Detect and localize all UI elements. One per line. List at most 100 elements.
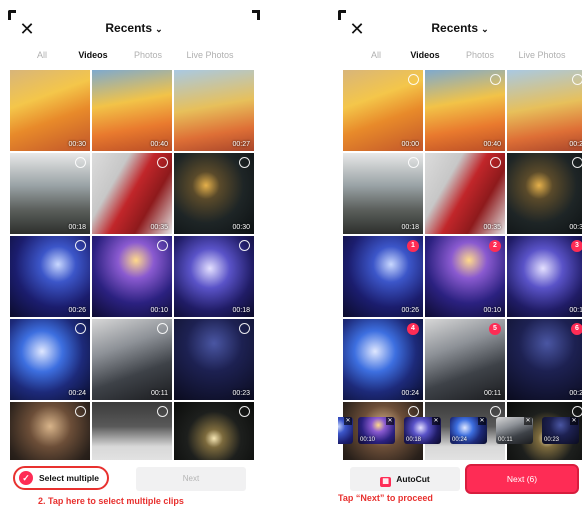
video-duration: 00:23 [232,390,250,397]
select-circle-icon[interactable] [572,74,582,85]
video-thumbnail[interactable]: 00:2 [507,70,582,151]
album-selector[interactable]: Recents ⌄ [338,21,582,35]
video-thumbnail[interactable]: 00:30 [10,70,90,151]
video-thumbnail[interactable]: 00:10 [92,236,172,317]
album-title: Recents [105,21,153,35]
next-button[interactable]: Next [136,467,246,491]
video-duration: 00:30 [68,141,86,148]
video-thumbnail[interactable]: 00:00 [343,70,423,151]
video-thumbnail[interactable]: 00:18 [174,236,254,317]
chevron-down-icon: ⌄ [481,24,489,34]
video-duration: 00:2 [569,141,582,148]
bottom-bar: ▦ AutoCut Next (6) Tap “Next” to proceed [338,460,582,506]
select-circle-icon[interactable] [239,240,250,251]
video-thumbnail[interactable]: 00:35 [425,153,505,234]
video-duration: 00:24 [68,390,86,397]
video-thumbnail[interactable]: 2 00:10 [425,236,505,317]
video-thumbnail[interactable]: 00:40 [92,70,172,151]
remove-clip-icon[interactable]: ✕ [478,417,486,425]
phone-screen-after: ✕ Recents ⌄ All Videos Photos Live Photos… [338,0,582,506]
clip-duration: 00:11 [498,437,513,443]
selected-clip[interactable]: ✕ 00:24 [450,417,487,444]
tab-photos[interactable]: Photos [134,50,162,60]
video-thumbnail[interactable]: 00:11 [92,319,172,400]
select-circle-icon[interactable] [408,74,419,85]
select-circle-icon[interactable] [75,323,86,334]
select-circle-icon[interactable] [157,406,168,417]
tab-videos[interactable]: Videos [410,50,439,60]
selected-clip[interactable]: ✕ 00:11 [496,417,533,444]
selection-order-badge[interactable]: 6 [571,323,582,335]
tab-live-photos[interactable]: Live Photos [186,50,233,60]
next-button[interactable]: Next (6) [465,464,579,494]
media-tabs: All Videos Photos Live Photos [8,50,260,66]
video-duration: 00:27 [232,141,250,148]
select-circle-icon[interactable] [75,406,86,417]
video-duration: 00:2 [569,390,582,397]
video-thumbnail[interactable]: 00:18 [10,153,90,234]
select-circle-icon[interactable] [157,157,168,168]
video-duration: 00:10 [150,307,168,314]
video-thumbnail[interactable]: 1 00:26 [343,236,423,317]
media-tabs: All Videos Photos Live Photos [338,50,582,66]
video-thumbnail[interactable]: 00:26 [10,236,90,317]
select-multiple-label: Select multiple [39,473,99,483]
autocut-icon: ▦ [380,477,392,487]
remove-clip-icon[interactable]: ✕ [524,417,532,425]
select-multiple-button[interactable]: ✓ Select multiple [13,466,109,490]
video-thumbnail[interactable]: 00:27 [174,70,254,151]
video-thumbnail[interactable]: 3 00:1 [507,236,582,317]
tab-live-photos[interactable]: Live Photos [518,50,565,60]
remove-clip-icon[interactable]: ✕ [432,417,440,425]
selection-order-badge[interactable]: 4 [407,323,419,335]
remove-clip-icon[interactable]: ✕ [386,417,394,425]
select-circle-icon[interactable] [157,240,168,251]
autocut-label: AutoCut [396,474,430,484]
video-duration: 00:18 [232,307,250,314]
select-circle-icon[interactable] [239,406,250,417]
video-thumbnail[interactable]: 00:3 [507,153,582,234]
chevron-down-icon: ⌄ [155,24,163,34]
album-selector[interactable]: Recents ⌄ [8,21,260,35]
instruction-annotation: Tap “Next” to proceed [338,493,433,503]
select-circle-icon[interactable] [490,74,501,85]
select-circle-icon[interactable] [408,157,419,168]
video-thumbnail[interactable]: 5 00:11 [425,319,505,400]
select-circle-icon[interactable] [490,157,501,168]
video-thumbnail[interactable]: 00:23 [174,319,254,400]
tab-videos[interactable]: Videos [78,50,107,60]
tab-all[interactable]: All [37,50,47,60]
video-duration: 00:1 [569,307,582,314]
select-circle-icon[interactable] [75,240,86,251]
tab-photos[interactable]: Photos [466,50,494,60]
select-circle-icon[interactable] [239,157,250,168]
select-circle-icon[interactable] [239,323,250,334]
video-thumbnail[interactable]: 00:35 [92,153,172,234]
selected-clip[interactable]: ✕ 00:23 [542,417,579,444]
video-thumbnail[interactable]: 00:30 [174,153,254,234]
remove-clip-icon[interactable]: ✕ [570,417,578,425]
video-duration: 00:26 [68,307,86,314]
video-thumbnail[interactable]: 00:40 [425,70,505,151]
select-circle-icon[interactable] [572,157,582,168]
selected-clip[interactable]: ✕ 00:10 [358,417,395,444]
selection-order-badge[interactable]: 1 [407,240,419,252]
selection-order-badge[interactable]: 2 [489,240,501,252]
remove-clip-icon[interactable]: ✕ [344,417,352,425]
video-thumbnail[interactable]: 6 00:2 [507,319,582,400]
select-circle-icon[interactable] [157,323,168,334]
video-duration: 00:40 [150,141,168,148]
video-thumbnail[interactable]: 00:24 [10,319,90,400]
autocut-button[interactable]: ▦ AutoCut [350,467,460,491]
select-circle-icon[interactable] [75,157,86,168]
selection-order-badge[interactable]: 3 [571,240,582,252]
video-thumbnail[interactable]: 4 00:24 [343,319,423,400]
tab-all[interactable]: All [371,50,381,60]
video-grid: 00:30 00:40 00:27 00:18 00:35 00:30 00:26 00:10… [10,70,254,483]
selection-order-badge[interactable]: 5 [489,323,501,335]
clip-duration: 00:23 [544,437,560,443]
video-duration: 00:35 [150,224,168,231]
video-thumbnail[interactable]: 00:18 [343,153,423,234]
selected-clip[interactable]: ✕26 [338,417,353,444]
selected-clip[interactable]: ✕ 00:18 [404,417,441,444]
